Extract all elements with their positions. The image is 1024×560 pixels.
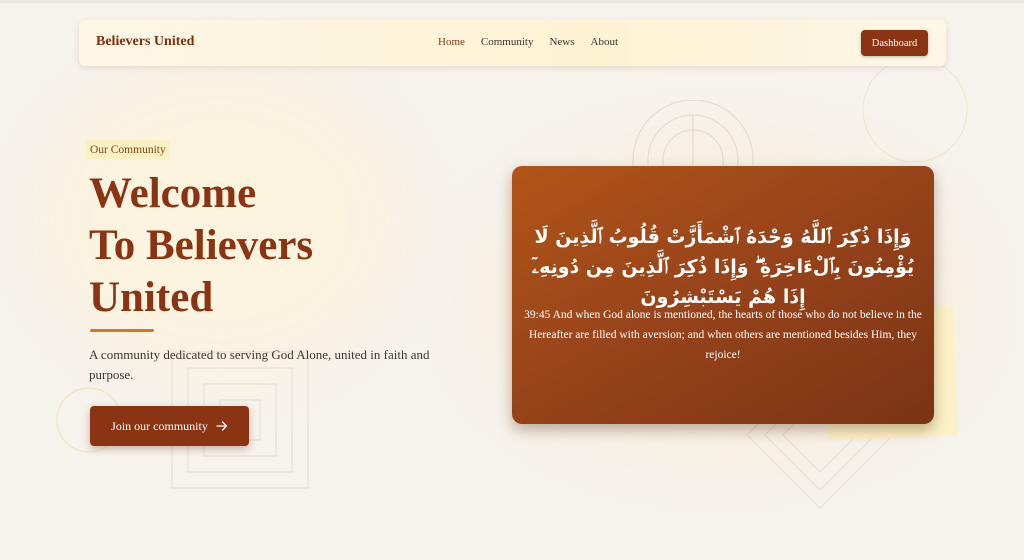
join-community-button[interactable]: Join our community: [90, 406, 249, 446]
quote-card: وَإِذَا ذُكِرَ ٱللَّهُ وَحْدَهُ ٱشْمَأَز…: [512, 166, 934, 424]
nav-link-about[interactable]: About: [591, 36, 619, 48]
hero-description: A community dedicated to serving God Alo…: [89, 347, 430, 382]
section-tag: Our Community: [86, 140, 170, 159]
nav-links: Home Community News About: [438, 36, 618, 48]
quote-arabic: وَإِذَا ذُكِرَ ٱللَّهُ وَحْدَهُ ٱشْمَأَز…: [531, 226, 915, 308]
hero-title-line: United: [89, 274, 214, 321]
brand-logo[interactable]: Believers United: [96, 34, 194, 50]
decorative-circle: [862, 62, 968, 162]
quote-translation: 39:45 And when God alone is mentioned, t…: [524, 309, 922, 361]
hero-title-line: Welcome: [89, 170, 257, 217]
nav-link-home[interactable]: Home: [438, 36, 465, 48]
nav-link-community[interactable]: Community: [481, 36, 534, 48]
top-border: [0, 0, 1024, 3]
dashboard-button[interactable]: Dashboard: [861, 30, 928, 56]
navbar: Believers United Home Community News Abo…: [79, 20, 946, 66]
title-underline: [90, 329, 154, 332]
hero-title-line: To Believers: [89, 222, 314, 269]
nav-link-news[interactable]: News: [549, 36, 574, 48]
arrow-right-icon: [216, 421, 227, 431]
hero-title: Welcome To Believers United: [89, 168, 419, 324]
decorative-arch-pattern: [632, 100, 754, 170]
join-button-label: Join our community: [111, 418, 208, 433]
